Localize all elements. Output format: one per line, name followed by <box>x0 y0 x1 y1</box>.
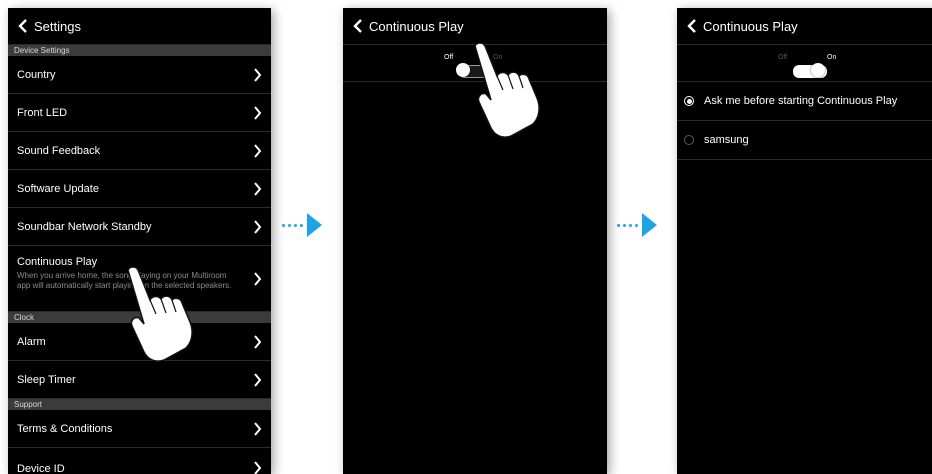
chevron-right-icon <box>254 105 262 120</box>
settings-item-label: Sound Feedback <box>17 144 101 157</box>
chevron-right-icon <box>254 334 262 349</box>
continuous-play-on-screen: Continuous Play Off On Ask me before sta… <box>677 8 932 474</box>
settings-item-country[interactable]: Country <box>8 56 271 94</box>
settings-item-label: Soundbar Network Standby <box>17 220 152 233</box>
page-title: Continuous Play <box>703 18 798 34</box>
settings-item-label: Terms & Conditions <box>17 422 113 435</box>
option-samsung[interactable]: samsung <box>677 121 932 160</box>
settings-item-label: Sleep Timer <box>17 373 76 386</box>
toggle-knob <box>811 63 825 77</box>
page-title: Settings <box>34 18 81 34</box>
settings-item-device-id[interactable]: Device ID <box>8 448 271 474</box>
chevron-right-icon <box>254 271 262 286</box>
settings-item-description: When you arrive home, the song playing o… <box>17 271 232 290</box>
toggle-off-label: Off <box>778 54 788 61</box>
section-header-clock: Clock <box>8 312 271 323</box>
radio-unselected-icon <box>684 135 694 145</box>
chevron-left-icon[interactable] <box>14 17 32 35</box>
chevron-right-icon <box>254 461 262 474</box>
option-ask-before-start[interactable]: Ask me before starting Continuous Play <box>677 82 932 121</box>
settings-item-front-led[interactable]: Front LED <box>8 94 271 132</box>
next-step-arrow-icon <box>282 213 330 237</box>
settings-item-sound-feedback[interactable]: Sound Feedback <box>8 132 271 170</box>
settings-item-label: Software Update <box>17 182 99 195</box>
continuous-play-header: Continuous Play <box>677 8 932 45</box>
chevron-right-icon <box>254 372 262 387</box>
toggle-knob <box>456 63 470 77</box>
settings-item-label: Front LED <box>17 106 68 119</box>
section-header-device-settings: Device Settings <box>8 45 271 56</box>
settings-item-soundbar-network-standby[interactable]: Soundbar Network Standby <box>8 208 271 246</box>
continuous-play-header: Continuous Play <box>343 8 607 45</box>
settings-item-continuous-play[interactable]: Continuous Play When you arrive home, th… <box>8 246 271 312</box>
settings-item-text: Continuous Play When you arrive home, th… <box>8 246 232 291</box>
continuous-play-off-screen: Continuous Play Off On <box>343 8 607 474</box>
settings-item-label: Continuous Play <box>17 256 98 268</box>
settings-item-terms-conditions[interactable]: Terms & Conditions <box>8 410 271 448</box>
chevron-left-icon[interactable] <box>683 17 701 35</box>
settings-item-label: Alarm <box>17 335 46 348</box>
chevron-right-icon <box>254 67 262 82</box>
toggle-on-label: On <box>827 54 837 61</box>
page-title: Continuous Play <box>369 18 464 34</box>
next-step-arrow-icon <box>617 213 665 237</box>
settings-item-alarm[interactable]: Alarm <box>8 323 271 361</box>
settings-item-software-update[interactable]: Software Update <box>8 170 271 208</box>
settings-screen: Settings Device Settings Country Front L… <box>8 8 271 474</box>
toggle-off-label: Off <box>444 54 454 61</box>
settings-header: Settings <box>8 8 271 45</box>
chevron-right-icon <box>254 143 262 158</box>
toggle-on-label: On <box>493 54 503 61</box>
section-header-support: Support <box>8 399 271 410</box>
option-label: Ask me before starting Continuous Play <box>704 95 898 107</box>
chevron-left-icon[interactable] <box>349 17 367 35</box>
settings-item-sleep-timer[interactable]: Sleep Timer <box>8 361 271 399</box>
settings-item-label: Device ID <box>17 462 65 474</box>
chevron-right-icon <box>254 421 262 436</box>
settings-item-label: Country <box>17 68 56 81</box>
chevron-right-icon <box>254 219 262 234</box>
continuous-play-toggle-row: Off On <box>343 45 607 82</box>
radio-selected-icon <box>684 96 694 106</box>
chevron-right-icon <box>254 181 262 196</box>
option-label: samsung <box>704 134 749 146</box>
continuous-play-toggle-row: Off On <box>677 45 932 82</box>
